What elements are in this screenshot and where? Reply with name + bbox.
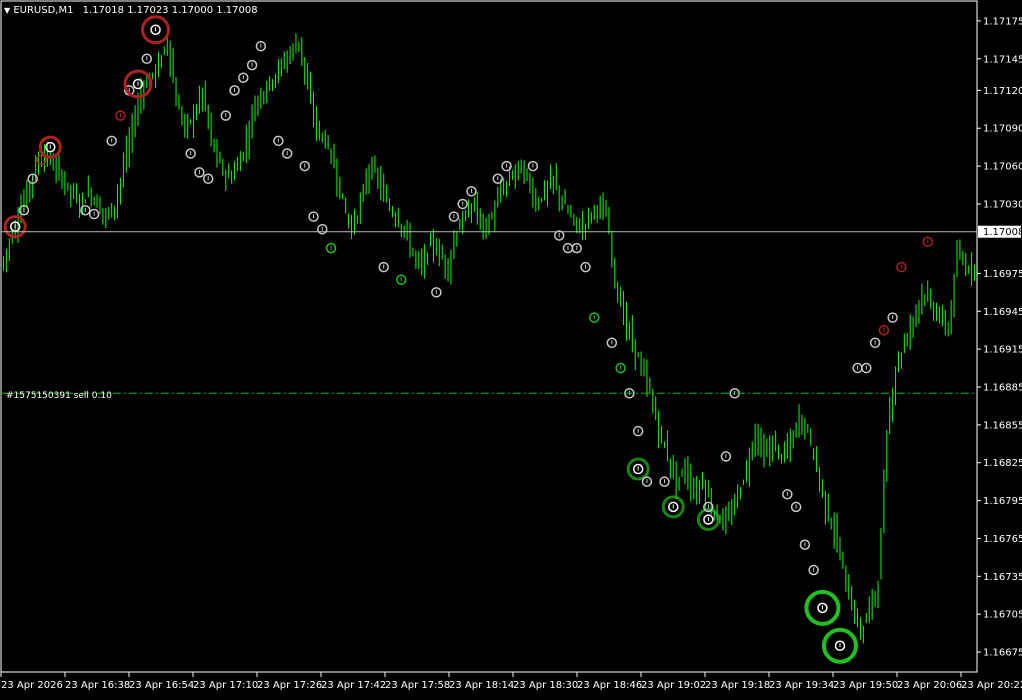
x-tick-label: 23 Apr 16:38 <box>65 680 130 691</box>
x-tick-label: 23 Apr 2026 <box>1 680 63 691</box>
x-tick-label: 23 Apr 16:54 <box>129 680 194 691</box>
x-tick-label: 23 Apr 20:22 <box>961 680 1022 691</box>
x-tick-label: 23 Apr 17:10 <box>193 680 258 691</box>
y-tick-label: 1.16735 <box>983 572 1022 583</box>
y-tick-label: 1.17090 <box>983 124 1022 135</box>
y-tick-label: 1.17120 <box>983 86 1022 97</box>
chart-header: ▼ EURUSD,M1 1.17018 1.17023 1.17000 1.17… <box>4 5 258 16</box>
price-axis: 1.17175 1.17145 1.17120 1.17090 1.17060 1.170… <box>977 16 1022 659</box>
triangle-down-icon[interactable]: ▼ <box>4 6 10 15</box>
x-tick-label: 23 Apr 19:34 <box>769 680 834 691</box>
y-tick-label: 1.17060 <box>983 162 1022 173</box>
y-tick-label: 1.16765 <box>983 534 1022 545</box>
y-tick-label: 1.17030 <box>983 199 1022 210</box>
y-tick-label: 1.16915 <box>983 345 1022 356</box>
signal-markers <box>3 15 933 664</box>
price-chart[interactable]: 1.17175 1.17145 1.17120 1.17090 1.17060 1.170… <box>0 0 1022 696</box>
x-tick-label: 23 Apr 17:26 <box>257 680 322 691</box>
y-tick-label: 1.17175 <box>983 16 1022 27</box>
y-tick-label: 1.17145 <box>983 54 1022 65</box>
chart-canvas[interactable]: 1.17175 1.17145 1.17120 1.17090 1.17060 1.170… <box>0 0 1022 696</box>
y-tick-label: 1.16945 <box>983 307 1022 318</box>
x-tick-label: 23 Apr 19:18 <box>705 680 770 691</box>
x-tick-label: 23 Apr 19:02 <box>641 680 706 691</box>
x-tick-label: 23 Apr 18:46 <box>577 680 642 691</box>
current-price-label: 1.17008 <box>983 227 1022 238</box>
x-tick-label: 23 Apr 20:06 <box>897 680 962 691</box>
x-tick-label: 23 Apr 18:14 <box>449 680 514 691</box>
time-axis: 23 Apr 2026 23 Apr 16:3823 Apr 16:5423 Ap… <box>0 672 1022 691</box>
y-tick-label: 1.16675 <box>983 648 1022 659</box>
ohlc-readout: 1.17018 1.17023 1.17000 1.17008 <box>82 5 258 16</box>
symbol-label: EURUSD,M1 <box>13 5 74 16</box>
y-tick-label: 1.16855 <box>983 420 1022 431</box>
order-label: #1575150391 sell 0.10 <box>6 391 112 401</box>
y-tick-label: 1.16705 <box>983 610 1022 621</box>
x-tick-label: 23 Apr 19:50 <box>833 680 898 691</box>
x-tick-label: 23 Apr 17:42 <box>321 680 386 691</box>
chart-frame <box>0 0 978 673</box>
y-tick-label: 1.16825 <box>983 458 1022 469</box>
candle-series <box>2 33 976 644</box>
y-tick-label: 1.16795 <box>983 496 1022 507</box>
x-tick-label: 23 Apr 18:30 <box>513 680 578 691</box>
x-tick-label: 23 Apr 17:58 <box>385 680 450 691</box>
y-tick-label: 1.16885 <box>983 382 1022 393</box>
y-tick-label: 1.16975 <box>983 269 1022 280</box>
